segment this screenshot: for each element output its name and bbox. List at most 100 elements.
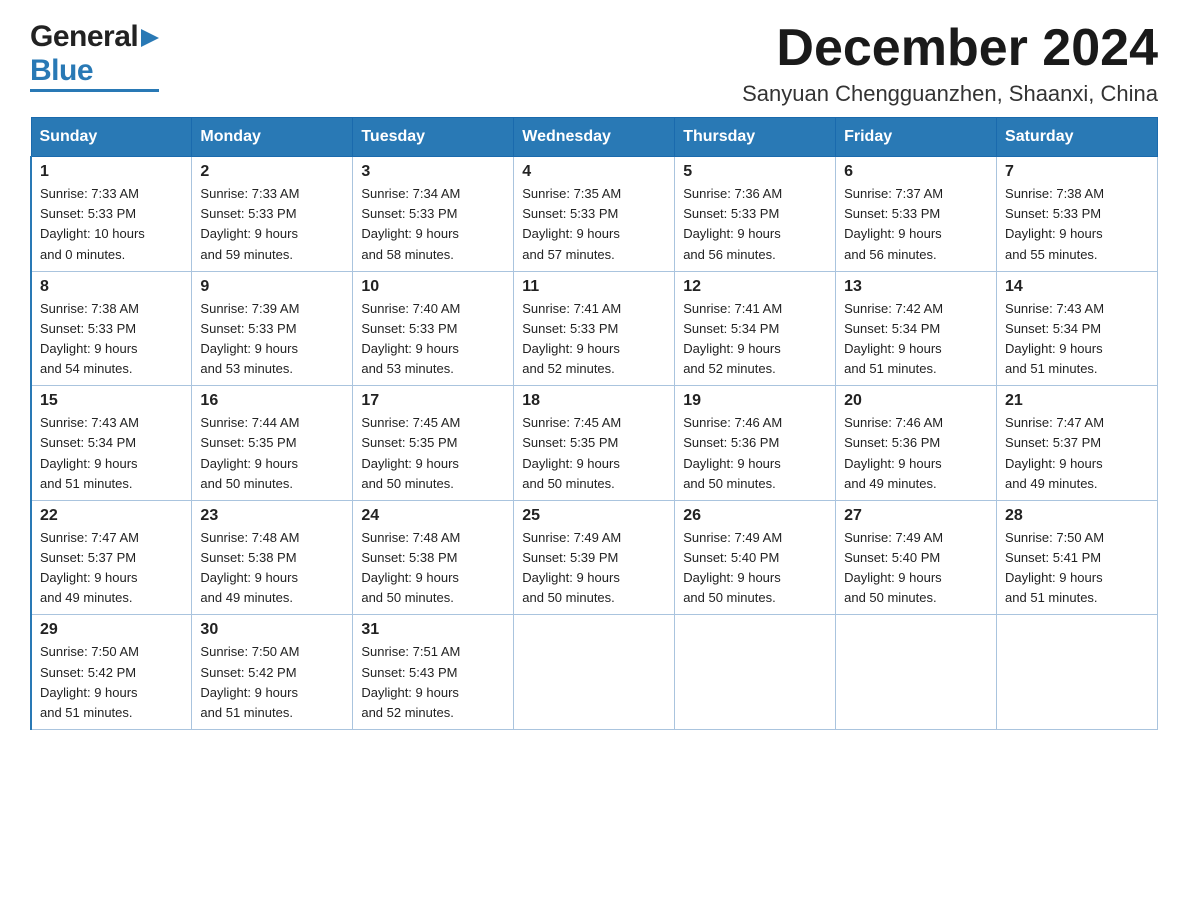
- week-row-5: 29 Sunrise: 7:50 AM Sunset: 5:42 PM Dayli…: [31, 615, 1158, 730]
- day-info: Sunrise: 7:33 AM Sunset: 5:33 PM Dayligh…: [40, 184, 183, 265]
- calendar-cell: 9Sunrise: 7:39 AM Sunset: 5:33 PM Daylig…: [192, 271, 353, 386]
- day-number: 30: [200, 621, 344, 639]
- day-number: 26: [683, 507, 827, 525]
- day-number: 14: [1005, 278, 1149, 296]
- day-info: Sunrise: 7:42 AM Sunset: 5:34 PM Dayligh…: [844, 299, 988, 380]
- day-number: 4: [522, 163, 666, 181]
- day-number: 3: [361, 163, 505, 181]
- calendar-cell: 2Sunrise: 7:33 AM Sunset: 5:33 PM Daylig…: [192, 157, 353, 272]
- day-info: Sunrise: 7:36 AM Sunset: 5:33 PM Dayligh…: [683, 184, 827, 265]
- calendar-cell: 24 Sunrise: 7:48 AM Sunset: 5:38 PM Dayli…: [353, 500, 514, 615]
- day-number: 15: [40, 392, 183, 410]
- calendar-cell: 18 Sunrise: 7:45 AM Sunset: 5:35 PM Dayli…: [514, 386, 675, 501]
- calendar-header-friday: Friday: [836, 118, 997, 157]
- day-number: 6: [844, 163, 988, 181]
- logo: General Blue: [30, 20, 159, 92]
- logo-underline: [30, 89, 159, 92]
- day-info: Sunrise: 7:49 AM Sunset: 5:39 PM Dayligh…: [522, 528, 666, 609]
- calendar-cell: 5 Sunrise: 7:36 AM Sunset: 5:33 PM Daylig…: [675, 157, 836, 272]
- day-number: 23: [200, 507, 344, 525]
- calendar-cell: 12Sunrise: 7:41 AM Sunset: 5:34 PM Dayli…: [675, 271, 836, 386]
- day-number: 25: [522, 507, 666, 525]
- day-info: Sunrise: 7:51 AM Sunset: 5:43 PM Dayligh…: [361, 642, 505, 723]
- calendar-cell: 10 Sunrise: 7:40 AM Sunset: 5:33 PM Dayli…: [353, 271, 514, 386]
- calendar-cell: 29Sunrise: 7:50 AM Sunset: 5:42 PM Dayli…: [31, 615, 192, 730]
- calendar-cell: 21 Sunrise: 7:47 AM Sunset: 5:37 PM Dayli…: [997, 386, 1158, 501]
- calendar-cell: 20 Sunrise: 7:46 AM Sunset: 5:36 PM Dayli…: [836, 386, 997, 501]
- day-info: Sunrise: 7:47 AM Sunset: 5:37 PM Dayligh…: [40, 528, 183, 609]
- calendar-cell: 23 Sunrise: 7:48 AM Sunset: 5:38 PM Dayli…: [192, 500, 353, 615]
- day-info: Sunrise: 7:48 AM Sunset: 5:38 PM Dayligh…: [200, 528, 344, 609]
- day-info: Sunrise: 7:48 AM Sunset: 5:38 PM Dayligh…: [361, 528, 505, 609]
- calendar-cell: 11 Sunrise: 7:41 AM Sunset: 5:33 PM Dayli…: [514, 271, 675, 386]
- day-number: 19: [683, 392, 827, 410]
- calendar-cell: 7Sunrise: 7:38 AM Sunset: 5:33 PM Daylig…: [997, 157, 1158, 272]
- day-info: Sunrise: 7:50 AM Sunset: 5:42 PM Dayligh…: [200, 642, 344, 723]
- calendar-cell: 26 Sunrise: 7:49 AM Sunset: 5:40 PM Dayli…: [675, 500, 836, 615]
- day-info: Sunrise: 7:41 AM Sunset: 5:33 PM Dayligh…: [522, 299, 666, 380]
- day-number: 21: [1005, 392, 1149, 410]
- calendar-cell: 1 Sunrise: 7:33 AM Sunset: 5:33 PM Daylig…: [31, 157, 192, 272]
- day-info: Sunrise: 7:45 AM Sunset: 5:35 PM Dayligh…: [361, 413, 505, 494]
- day-number: 22: [40, 507, 183, 525]
- calendar-header-tuesday: Tuesday: [353, 118, 514, 157]
- day-number: 28: [1005, 507, 1149, 525]
- day-number: 5: [683, 163, 827, 181]
- calendar-table: SundayMondayTuesdayWednesdayThursdayFrid…: [30, 117, 1158, 730]
- calendar-cell: 25 Sunrise: 7:49 AM Sunset: 5:39 PM Dayli…: [514, 500, 675, 615]
- day-info: Sunrise: 7:50 AM Sunset: 5:41 PM Dayligh…: [1005, 528, 1149, 609]
- day-number: 16: [200, 392, 344, 410]
- calendar-cell: 3 Sunrise: 7:34 AM Sunset: 5:33 PM Daylig…: [353, 157, 514, 272]
- title-block: December 2024 Sanyuan Chengguanzhen, Sha…: [742, 20, 1158, 107]
- calendar-cell: 15Sunrise: 7:43 AM Sunset: 5:34 PM Dayli…: [31, 386, 192, 501]
- day-info: Sunrise: 7:39 AM Sunset: 5:33 PM Dayligh…: [200, 299, 344, 380]
- day-info: Sunrise: 7:40 AM Sunset: 5:33 PM Dayligh…: [361, 299, 505, 380]
- day-info: Sunrise: 7:43 AM Sunset: 5:34 PM Dayligh…: [1005, 299, 1149, 380]
- calendar-cell: 31 Sunrise: 7:51 AM Sunset: 5:43 PM Dayli…: [353, 615, 514, 730]
- day-info: Sunrise: 7:34 AM Sunset: 5:33 PM Dayligh…: [361, 184, 505, 265]
- calendar-cell: 27Sunrise: 7:49 AM Sunset: 5:40 PM Dayli…: [836, 500, 997, 615]
- calendar-cell: 16 Sunrise: 7:44 AM Sunset: 5:35 PM Dayli…: [192, 386, 353, 501]
- day-number: 2: [200, 163, 344, 181]
- calendar-cell: 17Sunrise: 7:45 AM Sunset: 5:35 PM Dayli…: [353, 386, 514, 501]
- logo-arrow-icon: [141, 29, 159, 52]
- day-number: 31: [361, 621, 505, 639]
- day-number: 8: [40, 278, 183, 296]
- day-number: 1: [40, 163, 183, 181]
- day-number: 13: [844, 278, 988, 296]
- day-info: Sunrise: 7:38 AM Sunset: 5:33 PM Dayligh…: [1005, 184, 1149, 265]
- month-title: December 2024: [742, 20, 1158, 77]
- calendar-cell: [514, 615, 675, 730]
- calendar-cell: [675, 615, 836, 730]
- calendar-cell: [997, 615, 1158, 730]
- day-number: 20: [844, 392, 988, 410]
- day-number: 11: [522, 278, 666, 296]
- day-info: Sunrise: 7:46 AM Sunset: 5:36 PM Dayligh…: [844, 413, 988, 494]
- calendar-header-monday: Monday: [192, 118, 353, 157]
- day-number: 27: [844, 507, 988, 525]
- calendar-cell: 6 Sunrise: 7:37 AM Sunset: 5:33 PM Daylig…: [836, 157, 997, 272]
- week-row-3: 15Sunrise: 7:43 AM Sunset: 5:34 PM Dayli…: [31, 386, 1158, 501]
- day-number: 18: [522, 392, 666, 410]
- calendar-cell: [836, 615, 997, 730]
- week-row-4: 22 Sunrise: 7:47 AM Sunset: 5:37 PM Dayli…: [31, 500, 1158, 615]
- calendar-cell: 30 Sunrise: 7:50 AM Sunset: 5:42 PM Dayli…: [192, 615, 353, 730]
- day-info: Sunrise: 7:38 AM Sunset: 5:33 PM Dayligh…: [40, 299, 183, 380]
- calendar-header-row: SundayMondayTuesdayWednesdayThursdayFrid…: [31, 118, 1158, 157]
- calendar-cell: 13 Sunrise: 7:42 AM Sunset: 5:34 PM Dayli…: [836, 271, 997, 386]
- calendar-cell: 22 Sunrise: 7:47 AM Sunset: 5:37 PM Dayli…: [31, 500, 192, 615]
- day-info: Sunrise: 7:37 AM Sunset: 5:33 PM Dayligh…: [844, 184, 988, 265]
- day-info: Sunrise: 7:47 AM Sunset: 5:37 PM Dayligh…: [1005, 413, 1149, 494]
- calendar-header-thursday: Thursday: [675, 118, 836, 157]
- day-number: 10: [361, 278, 505, 296]
- day-number: 12: [683, 278, 827, 296]
- logo-general-text: General: [30, 20, 138, 54]
- day-number: 29: [40, 621, 183, 639]
- day-number: 24: [361, 507, 505, 525]
- day-info: Sunrise: 7:45 AM Sunset: 5:35 PM Dayligh…: [522, 413, 666, 494]
- calendar-cell: 4Sunrise: 7:35 AM Sunset: 5:33 PM Daylig…: [514, 157, 675, 272]
- calendar-header-sunday: Sunday: [31, 118, 192, 157]
- calendar-cell: 28 Sunrise: 7:50 AM Sunset: 5:41 PM Dayli…: [997, 500, 1158, 615]
- day-info: Sunrise: 7:49 AM Sunset: 5:40 PM Dayligh…: [683, 528, 827, 609]
- day-info: Sunrise: 7:44 AM Sunset: 5:35 PM Dayligh…: [200, 413, 344, 494]
